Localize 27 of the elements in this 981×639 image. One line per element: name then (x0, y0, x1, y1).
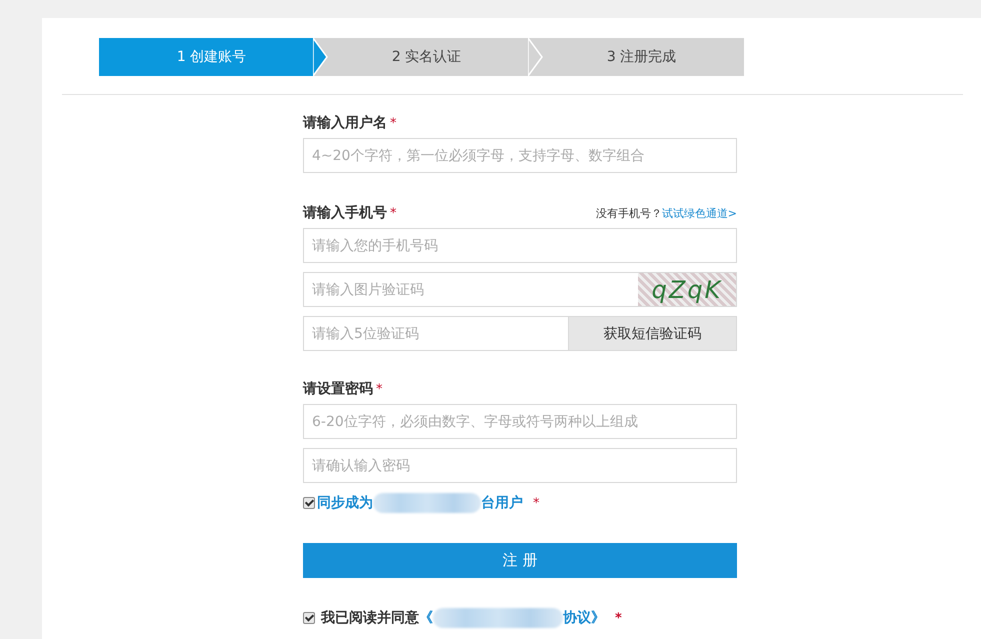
required-mark: * (615, 610, 622, 626)
agreement-link[interactable]: 协议》 (563, 609, 605, 627)
input-field[interactable]: 4~20个字符，第一位必须字母，支持字母、数字组合 (303, 138, 737, 173)
required-mark: * (376, 382, 382, 397)
chevron-icon (528, 38, 543, 76)
input-field[interactable]: 6-20位字符，必须由数字、字母或符号两种以上组成 (303, 404, 737, 439)
agree-text: 我已阅读并同意 (321, 609, 419, 627)
captcha-image[interactable]: qZqK (638, 273, 736, 306)
field-label: 请设置密码 (303, 381, 373, 397)
input-field[interactable]: 请输入5位验证码 (303, 316, 569, 351)
agreement-link[interactable]: 《 (419, 609, 433, 627)
alternative-signup-link[interactable]: 试试绿色通道> (662, 207, 737, 220)
sync-label: 同步成为 (317, 494, 373, 512)
hint-text: 没有手机号？试试绿色通道> (596, 206, 737, 222)
checkbox[interactable] (303, 612, 315, 624)
required-mark: * (390, 206, 396, 221)
chevron-icon (313, 38, 328, 76)
input-field[interactable]: 请输入您的手机号码 (303, 228, 737, 263)
get-sms-code-button[interactable]: 获取短信验证码 (569, 316, 737, 351)
field-label: 请输入手机号 (303, 205, 387, 221)
required-mark: * (533, 496, 540, 510)
register-button[interactable]: 注 册 (303, 543, 737, 578)
sync-label: 台用户 (481, 494, 523, 512)
required-mark: * (390, 116, 396, 131)
input-field[interactable]: 请确认输入密码 (303, 448, 737, 483)
checkbox[interactable] (303, 497, 315, 509)
field-label: 请输入用户名 (303, 115, 387, 131)
